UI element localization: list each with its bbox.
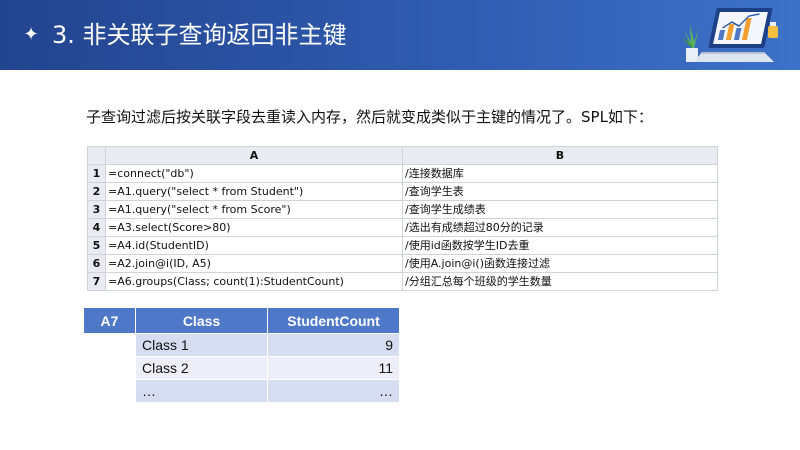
result-header-class: Class — [136, 308, 268, 333]
row-number[interactable]: 5 — [87, 236, 106, 255]
row-number[interactable]: 4 — [87, 218, 106, 237]
page-title: 3. 非关联子查询返回非主键 — [52, 21, 347, 49]
code-cell[interactable]: =A6.groups(Class; count(1):StudentCount) — [105, 272, 403, 291]
comment-cell[interactable]: /连接数据库 — [402, 164, 718, 183]
grid-row: 1 =connect("db") /连接数据库 — [87, 164, 718, 183]
row-number[interactable]: 2 — [87, 182, 106, 201]
row-number[interactable]: 7 — [87, 272, 106, 291]
comment-cell[interactable]: /使用A.join@i()函数连接过滤 — [402, 254, 718, 273]
column-header-a[interactable]: A — [105, 146, 403, 165]
code-cell[interactable]: =connect("db") — [105, 164, 403, 183]
class-cell: Class 1 — [136, 333, 268, 356]
comment-cell[interactable]: /查询学生表 — [402, 182, 718, 201]
comment-cell[interactable]: /使用id函数按学生ID去重 — [402, 236, 718, 255]
grid-row: 3 =A1.query("select * from Score") /查询学生… — [87, 200, 718, 219]
comment-cell[interactable]: /查询学生成绩表 — [402, 200, 718, 219]
grid-row: 6 =A2.join@i(ID, A5) /使用A.join@i()函数连接过滤 — [87, 254, 718, 273]
grid-header-row: A B — [87, 146, 718, 165]
result-spacer — [84, 356, 136, 379]
result-spacer — [84, 333, 136, 356]
result-table: A7 Class StudentCount Class 1 9 Class 2 … — [84, 308, 400, 402]
laptop-icon — [694, 8, 774, 62]
result-spacer — [84, 379, 136, 402]
row-number[interactable]: 1 — [87, 164, 106, 183]
result-row: Class 1 9 — [84, 333, 400, 356]
spl-code-grid: A B 1 =connect("db") /连接数据库 2 =A1.query(… — [87, 146, 718, 291]
class-cell: … — [136, 379, 268, 402]
class-cell: Class 2 — [136, 356, 268, 379]
header-banner: ✦ 3. 非关联子查询返回非主键 — [0, 0, 800, 70]
cup-icon — [768, 22, 778, 38]
column-header-b[interactable]: B — [402, 146, 718, 165]
grid-row: 4 =A3.select(Score>80) /选出有成绩超过80分的记录 — [87, 218, 718, 237]
result-header-count: StudentCount — [268, 308, 400, 333]
plant-icon — [682, 24, 699, 62]
grid-corner — [87, 146, 106, 165]
code-cell[interactable]: =A4.id(StudentID) — [105, 236, 403, 255]
laptop-chart-illustration — [682, 8, 778, 62]
comment-cell[interactable]: /选出有成绩超过80分的记录 — [402, 218, 718, 237]
count-cell: 11 — [268, 356, 400, 379]
grid-row: 5 =A4.id(StudentID) /使用id函数按学生ID去重 — [87, 236, 718, 255]
grid-row: 7 =A6.groups(Class; count(1):StudentCoun… — [87, 272, 718, 291]
result-row: Class 2 11 — [84, 356, 400, 379]
code-cell[interactable]: =A1.query("select * from Score") — [105, 200, 403, 219]
count-cell: … — [268, 379, 400, 402]
result-row: … … — [84, 379, 400, 402]
result-header-row: A7 Class StudentCount — [84, 308, 400, 333]
comment-cell[interactable]: /分组汇总每个班级的学生数量 — [402, 272, 718, 291]
result-cell-name: A7 — [84, 308, 136, 333]
code-cell[interactable]: =A3.select(Score>80) — [105, 218, 403, 237]
intro-text: 子查询过滤后按关联字段去重读入内存，然后就变成类似于主键的情况了。SPL如下： — [86, 108, 653, 126]
star-icon: ✦ — [23, 24, 39, 45]
count-cell: 9 — [268, 333, 400, 356]
row-number[interactable]: 6 — [87, 254, 106, 273]
code-cell[interactable]: =A1.query("select * from Student") — [105, 182, 403, 201]
row-number[interactable]: 3 — [87, 200, 106, 219]
code-cell[interactable]: =A2.join@i(ID, A5) — [105, 254, 403, 273]
grid-row: 2 =A1.query("select * from Student") /查询… — [87, 182, 718, 201]
